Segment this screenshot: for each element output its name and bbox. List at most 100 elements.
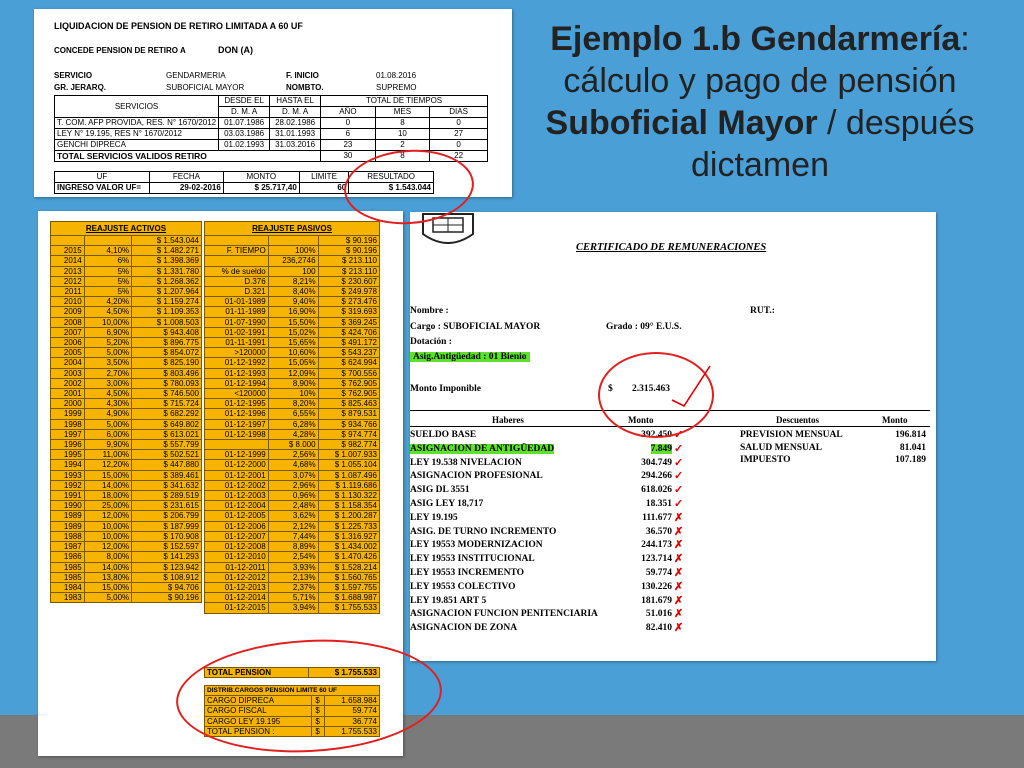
pasivos-cell: 8,20% — [267, 398, 319, 410]
h-ano: AÑO — [320, 106, 376, 118]
pasivos-cell: 01-12-2015 — [204, 602, 269, 614]
haber-value: 123.714 — [641, 554, 672, 565]
activos-cell: $ 341.632 — [131, 479, 202, 492]
descuento-value: 107.189 — [895, 455, 926, 465]
activos-cell: $ 1.543.044 — [131, 234, 202, 247]
activos-cell: 4,90% — [83, 408, 133, 420]
pasivos-cell: $ 1.316.927 — [317, 530, 381, 543]
pasivos-cell: 8,21% — [267, 275, 319, 288]
pasivos-cell: $ 982.774 — [317, 439, 381, 451]
activos-cell: 1983 — [50, 592, 85, 604]
pasivos-cell: 01-12-1996 — [204, 408, 269, 420]
pasivos-cell: 15,05% — [267, 357, 319, 369]
activos-cell: $ 557.799 — [131, 439, 202, 451]
activos-cell: $ 825.190 — [131, 357, 202, 369]
activos-cell: 10,00% — [83, 316, 133, 328]
pasivos-cell: 01-12-2001 — [204, 469, 269, 481]
table-row: 01-12-2004 2,48% $ 1.158.354 — [204, 500, 381, 512]
annotation-mark-icon: ✗ — [674, 608, 684, 621]
table-row: 2002 3,00% $ 780.093 — [50, 377, 202, 390]
activos-cell: 1995 — [50, 449, 85, 461]
servicio-label: SERVICIO — [54, 71, 93, 80]
liquidacion-heading: LIQUIDACION DE PENSION DE RETIRO LIMITAD… — [54, 21, 303, 31]
activos-cell: 10,00% — [83, 530, 133, 543]
grado-label: Grado : 09° E.U.S. — [606, 322, 682, 332]
pasivos-cell: 3,07% — [267, 469, 319, 481]
activos-cell: 13,80% — [83, 571, 133, 583]
pasivos-cell: 01-12-2010 — [204, 551, 269, 563]
activos-cell: $ 289.519 — [131, 490, 202, 502]
pasivos-cell: 2,56% — [267, 449, 319, 461]
pasivos-cell: 6,55% — [267, 408, 319, 420]
table-row: 1992 14,00% $ 341.632 — [50, 479, 202, 492]
table-row: $ 8.000 $ 982.774 — [204, 439, 381, 451]
pasivos-cell: 01-12-2002 — [204, 479, 269, 492]
title-line1-tail: : — [960, 20, 970, 58]
annotation-mark-icon: ✗ — [674, 511, 684, 524]
pasivos-cell: 01-12-2004 — [204, 500, 269, 512]
pasivos-cell: 01-12-2006 — [204, 520, 269, 532]
grjerarq-label: GR. JERARQ. — [54, 83, 107, 92]
pasivos-cell: $ 1.528.214 — [317, 561, 381, 573]
activos-cell: 5,00% — [83, 418, 133, 430]
finicio-value: 01.08.2016 — [376, 71, 417, 80]
annotation-mark-icon: ✓ — [674, 456, 684, 469]
grjerarq-value: SUBOFICIAL MAYOR — [166, 83, 245, 92]
pasivos-cell: 01-12-2003 — [204, 490, 269, 502]
activos-cell: 5,00% — [83, 592, 133, 604]
haber-value: 7.849 — [650, 443, 672, 454]
pasivos-cell: $ 762.905 — [317, 388, 381, 400]
activos-cell: 1984 — [50, 581, 85, 594]
pasivos-cell: $ 424.706 — [317, 326, 381, 339]
table-row: 2004 3,50% $ 825.190 — [50, 357, 202, 369]
table-row: 1994 12,20% $ 447.880 — [50, 459, 202, 471]
nombto-value: SUPREMO — [376, 83, 417, 92]
activos-cell: 5% — [83, 286, 133, 298]
activos-cell: 2012 — [50, 275, 85, 288]
activos-cell: 2,70% — [83, 367, 133, 379]
pasivos-cell: $ 8.000 — [267, 439, 319, 451]
activos-cell: 12,00% — [83, 510, 133, 522]
pasivos-cell: 10% — [267, 388, 319, 400]
activos-cell: 5,00% — [83, 347, 133, 359]
activos-cell: 1999 — [50, 408, 85, 420]
activos-cell: $ 943.408 — [131, 326, 202, 339]
nombto-label: NOMBTO. — [286, 83, 324, 92]
haber-label: ASIGNACION PROFESIONAL — [410, 471, 543, 482]
pasivos-cell — [204, 439, 269, 451]
pasivos-cell: $ 1.158.354 — [317, 500, 381, 512]
pasivos-cell: $ 213.110 — [317, 265, 381, 277]
haber-value: 181.679 — [641, 595, 672, 606]
activos-cell: 18,00% — [83, 490, 133, 502]
pasivos-cell: 01-12-1992 — [204, 357, 269, 369]
h-servicios: SERVICIOS — [53, 95, 220, 118]
annotation-mark-icon: ✗ — [674, 594, 684, 607]
pasivos-cell: 4,68% — [267, 459, 319, 471]
haber-value: 294.266 — [641, 471, 672, 482]
pasivos-cell: 7,44% — [267, 530, 319, 543]
pasivos-cell: $ 249.978 — [317, 286, 381, 298]
activos-cell: 5,20% — [83, 337, 133, 349]
pasivos-cell: $ 974.774 — [317, 428, 381, 441]
table-row: 01-12-2003 0,96% $ 1.130.322 — [204, 490, 381, 502]
activos-cell: $ 447.880 — [131, 459, 202, 471]
haber-value: 130.226 — [641, 581, 672, 592]
title-line3: Suboficial Mayor — [545, 104, 818, 142]
pasivos-cell — [204, 255, 269, 267]
pasivos-cell: 01-12-1994 — [204, 377, 269, 390]
annotation-mark-icon: ✓ — [674, 470, 684, 483]
pasivos-cell: $ 934.766 — [317, 418, 381, 430]
pasivos-cell: $ 1.560.765 — [317, 571, 381, 583]
pasivos-cell — [204, 234, 269, 247]
pasivos-cell: 100 — [267, 265, 319, 277]
annotation-mark-icon: ✗ — [674, 525, 684, 538]
activos-cell: 11,00% — [83, 449, 133, 461]
descuento-value: 81.041 — [899, 442, 926, 453]
pasivos-cell: 2,48% — [267, 500, 319, 512]
annotation-mark-icon: ✗ — [674, 580, 684, 593]
pasivos-cell: $ 230.607 — [317, 275, 381, 288]
pasivos-cell: 01-02-1991 — [204, 326, 269, 339]
activos-cell: 4,10% — [83, 245, 133, 257]
pasivos-cell: 15,65% — [267, 337, 319, 349]
table-row: 01-12-1993 12,09% $ 700.556 — [204, 367, 381, 379]
